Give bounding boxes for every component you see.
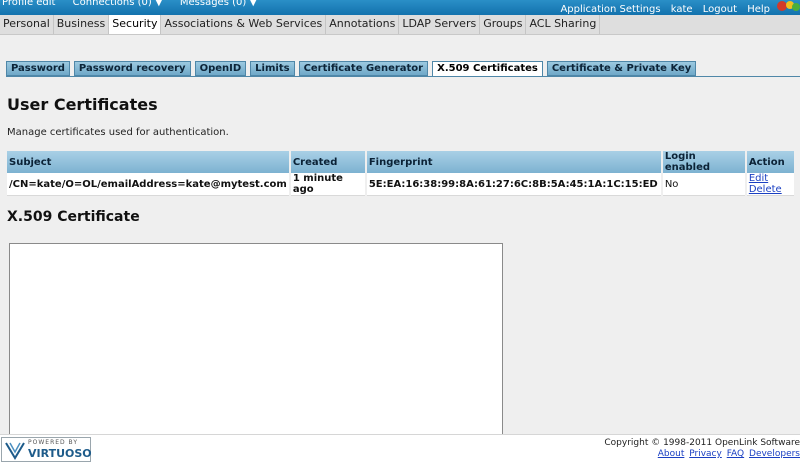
nav-acl-sharing[interactable]: ACL Sharing: [526, 15, 601, 34]
tab-openid[interactable]: OpenID: [194, 61, 247, 76]
nav-business[interactable]: Business: [54, 15, 110, 34]
page-description: Manage certificates used for authenticat…: [7, 127, 229, 138]
certificate-textarea[interactable]: [9, 243, 503, 443]
footer-links: About Privacy FAQ Developers: [656, 449, 800, 459]
powered-by-virtuoso-badge[interactable]: POWERED BY VIRTUOSO: [1, 437, 92, 462]
column-header-action[interactable]: Action: [745, 151, 797, 173]
column-header-created[interactable]: Created: [289, 151, 367, 173]
help-link[interactable]: Help: [747, 4, 770, 15]
tab-password-recovery[interactable]: Password recovery: [73, 61, 191, 76]
footer: POWERED BY VIRTUOSO Copyright © 1998-201…: [0, 434, 800, 463]
tab-certificate-generator[interactable]: Certificate Generator: [298, 61, 429, 76]
column-header-subject[interactable]: Subject: [7, 151, 291, 173]
faq-link[interactable]: FAQ: [727, 449, 744, 459]
column-header-fingerprint[interactable]: Fingerprint: [365, 151, 663, 173]
column-header-login-enabled[interactable]: Login enabled: [661, 151, 747, 173]
cell-fingerprint: 5E:EA:16:38:99:8A:61:27:6C:8B:5A:45:1A:1…: [365, 173, 663, 196]
nav-personal[interactable]: Personal: [0, 15, 54, 34]
subtabs-divider: [6, 76, 800, 77]
certificates-table: Subject Created Fingerprint Login enable…: [7, 151, 797, 196]
tab-x509-certificates[interactable]: X.509 Certificates: [432, 61, 543, 77]
messages-menu[interactable]: Messages (0) ▼: [180, 0, 257, 8]
virtuoso-logo-icon: [5, 442, 25, 460]
cell-subject: /CN=kate/O=OL/emailAddress=kate@mytest.c…: [7, 173, 291, 196]
top-bar: Profile edit Connections (0) ▼ Messages …: [0, 0, 800, 15]
security-subtabs: Password Password recovery OpenID Limits…: [6, 61, 700, 77]
profile-edit-link[interactable]: Profile edit: [2, 0, 55, 8]
developers-link[interactable]: Developers: [749, 449, 800, 459]
logout-link[interactable]: Logout: [703, 4, 737, 15]
user-link[interactable]: kate: [671, 4, 693, 15]
tab-limits[interactable]: Limits: [250, 61, 295, 76]
table-row: /CN=kate/O=OL/emailAddress=kate@mytest.c…: [7, 173, 797, 196]
privacy-link[interactable]: Privacy: [689, 449, 722, 459]
page-title: User Certificates: [7, 95, 158, 114]
nav-associations-web-services[interactable]: Associations & Web Services: [161, 15, 327, 34]
copyright-text: Copyright © 1998-2011 OpenLink Software: [604, 438, 800, 448]
connections-menu[interactable]: Connections (0) ▼: [73, 0, 163, 8]
app-logo-icon: [777, 1, 800, 11]
application-settings-link[interactable]: Application Settings: [560, 4, 660, 15]
tab-password[interactable]: Password: [6, 61, 70, 76]
edit-link[interactable]: Edit: [749, 173, 768, 184]
about-link[interactable]: About: [658, 449, 685, 459]
cell-login-enabled: No: [661, 173, 747, 196]
tab-certificate-private-key[interactable]: Certificate & Private Key: [546, 61, 697, 76]
nav-groups[interactable]: Groups: [480, 15, 527, 34]
virtuoso-label: VIRTUOSO: [28, 447, 92, 460]
main-nav: Personal Business Security Associations …: [0, 15, 800, 35]
powered-by-label: POWERED BY: [28, 439, 79, 446]
nav-security[interactable]: Security: [109, 15, 162, 34]
nav-ldap-servers[interactable]: LDAP Servers: [399, 15, 481, 34]
nav-annotations[interactable]: Annotations: [326, 15, 400, 34]
cell-actions: Edit Delete: [745, 173, 797, 196]
certificate-section-title: X.509 Certificate: [7, 209, 140, 225]
delete-link[interactable]: Delete: [749, 184, 782, 195]
cell-created: 1 minute ago: [289, 173, 367, 196]
